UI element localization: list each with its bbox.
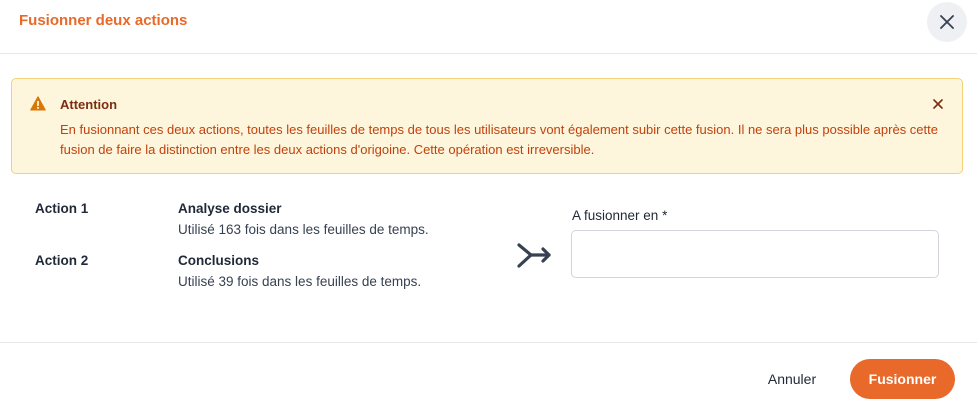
merge-target-label: A fusionner en * (572, 208, 668, 223)
action-usage: Utilisé 163 fois dans les feuilles de te… (178, 222, 429, 237)
merge-actions-dialog: Fusionner deux actions Attention En fusi… (0, 0, 977, 410)
merge-target-input[interactable] (571, 230, 939, 278)
footer-divider (0, 342, 977, 343)
dismiss-alert-button[interactable] (930, 96, 946, 112)
merge-button[interactable]: Fusionner (850, 359, 955, 399)
action-label: Action 1 (35, 201, 89, 216)
action-label: Action 2 (35, 253, 89, 268)
cancel-button[interactable]: Annuler (752, 359, 832, 399)
close-icon (933, 99, 943, 109)
action-usage: Utilisé 39 fois dans les feuilles de tem… (178, 274, 422, 289)
alert-title: Attention (60, 97, 118, 112)
action-name: Analyse dossier (178, 201, 282, 216)
alert-message: En fusionnant ces deux actions, toutes l… (60, 122, 938, 157)
merge-arrow-icon (517, 243, 551, 268)
dialog-header: Fusionner deux actions (0, 0, 977, 54)
warning-icon (30, 96, 46, 111)
close-dialog-button[interactable] (927, 2, 967, 42)
action-name: Conclusions (178, 253, 260, 268)
warning-alert: Attention En fusionnant ces deux actions… (11, 78, 963, 174)
close-icon (940, 15, 954, 29)
dialog-title: Fusionner deux actions (19, 12, 188, 29)
